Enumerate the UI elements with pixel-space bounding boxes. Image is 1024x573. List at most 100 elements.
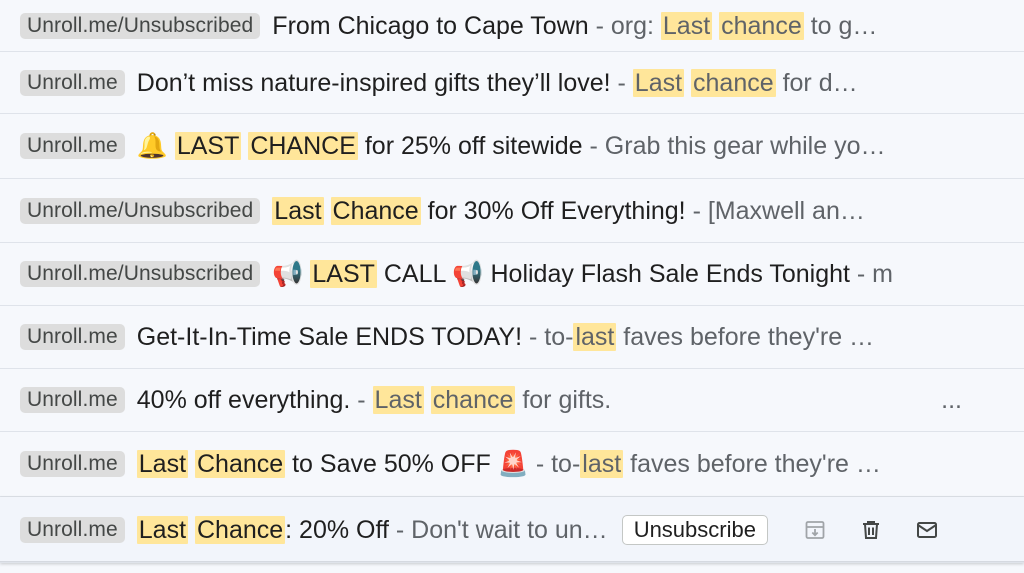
email-preview: Last Chance to Save 50% OFF 🚨 - to-last … bbox=[136, 447, 1024, 481]
search-highlight: LAST bbox=[174, 132, 242, 160]
email-subject: From Chicago to Cape Town bbox=[272, 12, 588, 40]
text-run bbox=[188, 516, 195, 544]
search-highlight: chance bbox=[430, 386, 516, 414]
search-highlight: Chance bbox=[194, 450, 286, 478]
email-row[interactable]: Unroll.me/Unsubscribed From Chicago to Ca… bbox=[0, 0, 1024, 52]
text-run: to- bbox=[551, 450, 581, 478]
email-snippet: Last chance for gifts. bbox=[372, 386, 612, 414]
search-highlight: Chance bbox=[330, 196, 421, 225]
email-row[interactable]: Unroll.me 40% off everything. - Last chan… bbox=[0, 369, 1024, 432]
email-snippet: Grab this gear while yo… bbox=[605, 132, 886, 160]
email-snippet: Don't wait to un… bbox=[411, 516, 608, 544]
text-run: for d… bbox=[775, 68, 858, 97]
email-subject: Don’t miss nature-inspired gifts they’ll… bbox=[137, 69, 611, 97]
search-highlight: LAST bbox=[310, 260, 377, 288]
text-run bbox=[324, 197, 331, 225]
email-snippet: to-last faves before they're … bbox=[544, 323, 874, 351]
text-run: [Maxwell an… bbox=[707, 196, 865, 225]
text-run: to g… bbox=[803, 11, 878, 40]
email-row[interactable]: Unroll.me Get-It-In-Time Sale ENDS TODAY!… bbox=[0, 306, 1024, 369]
label-chip[interactable]: Unroll.me/Unsubscribed bbox=[20, 12, 261, 39]
unsubscribe-button[interactable]: Unsubscribe bbox=[621, 514, 768, 545]
archive-icon[interactable] bbox=[802, 517, 828, 543]
label-chip[interactable]: Unroll.me/Unsubscribed bbox=[20, 261, 261, 287]
text-run: org: bbox=[610, 11, 661, 40]
text-run: Don’t miss nature-inspired gifts they’ll… bbox=[136, 68, 611, 97]
separator: - bbox=[849, 260, 873, 288]
email-preview: Don’t miss nature-inspired gifts they’ll… bbox=[137, 66, 1024, 100]
label-chip[interactable]: Unroll.me bbox=[20, 324, 125, 350]
text-run: CALL 📢 Holiday Flash Sale Ends Tonight bbox=[376, 260, 850, 288]
label-chip[interactable]: Unroll.me bbox=[20, 133, 125, 159]
search-highlight: Last bbox=[136, 450, 189, 478]
email-subject: 🔔 LAST CHANCE for 25% off sitewide bbox=[137, 132, 583, 160]
search-highlight: Last bbox=[272, 196, 324, 225]
email-preview: 40% off everything. - Last chance for gi… bbox=[137, 383, 1024, 417]
email-preview: Get-It-In-Time Sale ENDS TODAY! - to-las… bbox=[137, 320, 1024, 354]
search-highlight: last bbox=[573, 323, 617, 351]
text-run: From Chicago to Cape Town bbox=[272, 11, 589, 40]
email-row[interactable]: Unroll.me 🔔 LAST CHANCE for 25% off sitew… bbox=[0, 114, 1024, 179]
text-run: 🔔 bbox=[136, 132, 175, 160]
text-run: for 30% Off Everything! bbox=[420, 196, 686, 225]
label-chip[interactable]: Unroll.me/Unsubscribed bbox=[20, 197, 261, 224]
label-chip[interactable]: Unroll.me bbox=[20, 69, 125, 96]
email-subject: Last Chance to Save 50% OFF 🚨 bbox=[136, 450, 529, 478]
separator: - bbox=[582, 132, 605, 160]
search-highlight: Last bbox=[660, 11, 713, 40]
email-preview: Last Chance: 20% Off - Don't wait to un… bbox=[136, 513, 608, 547]
text-run bbox=[188, 450, 195, 478]
search-highlight: Last bbox=[632, 68, 685, 97]
text-run: to- bbox=[544, 323, 574, 351]
separator: - bbox=[522, 323, 545, 351]
search-highlight: CHANCE bbox=[248, 132, 358, 160]
email-preview: Last Chance for 30% Off Everything! - [M… bbox=[272, 194, 1024, 228]
text-run: 📢 bbox=[272, 260, 311, 288]
search-highlight: Last bbox=[136, 515, 189, 544]
label-chip[interactable]: Unroll.me bbox=[20, 451, 125, 477]
mark-unread-icon[interactable] bbox=[914, 517, 940, 543]
text-run: 40% off everything. bbox=[136, 386, 351, 414]
email-snippet: to-last faves before they're … bbox=[551, 450, 881, 478]
email-snippet: org: Last chance to g… bbox=[610, 11, 878, 40]
email-row[interactable]: Unroll.me/Unsubscribed 📢 LAST CALL 📢 Holi… bbox=[0, 243, 1024, 306]
email-subject: 40% off everything. bbox=[137, 386, 351, 414]
email-snippet: [Maxwell an… bbox=[708, 197, 865, 225]
email-preview: 📢 LAST CALL 📢 Holiday Flash Sale Ends To… bbox=[272, 257, 1024, 291]
email-preview: 🔔 LAST CHANCE for 25% off sitewide - Gra… bbox=[137, 129, 1024, 163]
email-row[interactable]: Unroll.me/Unsubscribed Last Chance for 30… bbox=[0, 179, 1024, 243]
text-run: : 20% Off bbox=[285, 515, 389, 544]
text-run: for gifts. bbox=[515, 386, 612, 414]
separator: - bbox=[528, 450, 552, 478]
text-run: for 25% off sitewide bbox=[357, 132, 583, 160]
email-preview: From Chicago to Cape Town - org: Last ch… bbox=[272, 9, 1024, 43]
search-highlight: Last bbox=[372, 386, 424, 414]
text-run bbox=[684, 69, 691, 97]
label-chip[interactable]: Unroll.me bbox=[20, 387, 125, 413]
text-run: Get-It-In-Time Sale ENDS TODAY! bbox=[136, 323, 523, 351]
search-highlight: chance bbox=[691, 68, 776, 97]
label-chip[interactable]: Unroll.me bbox=[20, 516, 125, 543]
text-run bbox=[424, 386, 431, 414]
separator: - bbox=[588, 11, 611, 40]
text-run: faves before they're … bbox=[616, 323, 875, 351]
email-subject: Last Chance for 30% Off Everything! bbox=[272, 196, 686, 225]
text-run: to Save 50% OFF 🚨 bbox=[285, 450, 529, 478]
email-row[interactable]: Unroll.me Don’t miss nature-inspired gift… bbox=[0, 52, 1024, 114]
search-highlight: Chance bbox=[194, 515, 286, 544]
separator: - bbox=[610, 68, 633, 97]
email-subject: Last Chance: 20% Off bbox=[136, 515, 389, 544]
email-row[interactable]: Unroll.me Last Chance: 20% Off - Don't wa… bbox=[0, 497, 1024, 563]
separator: - bbox=[388, 515, 412, 544]
text-run: faves before they're … bbox=[623, 450, 881, 478]
delete-icon[interactable] bbox=[858, 517, 884, 543]
email-snippet: m bbox=[872, 260, 893, 288]
text-run: Don't wait to un… bbox=[411, 515, 608, 544]
email-list: Unroll.me/Unsubscribed From Chicago to Ca… bbox=[0, 0, 1024, 573]
separator: - bbox=[685, 196, 708, 225]
text-run: Grab this gear while yo… bbox=[604, 132, 886, 160]
email-row[interactable]: Unroll.me Last Chance to Save 50% OFF 🚨 -… bbox=[0, 432, 1024, 497]
email-snippet: Last chance for d… bbox=[632, 68, 858, 97]
email-subject: 📢 LAST CALL 📢 Holiday Flash Sale Ends To… bbox=[272, 260, 850, 288]
text-run: m bbox=[872, 260, 893, 288]
